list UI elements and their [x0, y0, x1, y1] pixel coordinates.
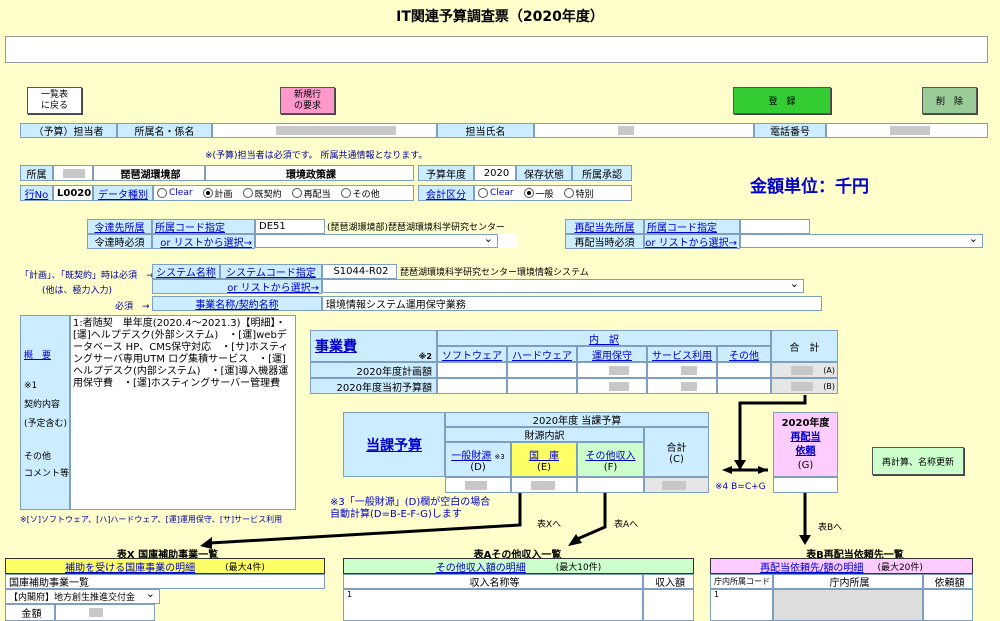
tableA-subtitle: その他収入額の明細 (最大10件) [343, 558, 694, 574]
tableX-subtitle: 補助を受ける国庫事業の明細 (最大4件) [5, 558, 325, 574]
tableB-row1-amount[interactable] [923, 589, 973, 621]
flow-arrows [200, 395, 811, 549]
tableB-row1-name[interactable] [773, 589, 923, 621]
tableB-subtitle: 再配当依頼先/額の明細 (最大20件) [710, 558, 973, 574]
tableX-kin-value[interactable] [55, 604, 155, 621]
tableB-col2: 庁内所属 [773, 574, 923, 589]
tableX-item-select[interactable]: 【内閣府】地方創生推進交付金 [5, 587, 160, 604]
tableA-row1-amount[interactable] [643, 589, 694, 621]
tableB-col3: 依頼額 [923, 574, 973, 589]
tableX-col: 国庫補助事業一覧 [5, 574, 325, 589]
tableA-col2: 収入額 [643, 574, 694, 589]
tableB-row1-code: 1 [710, 589, 773, 621]
tableX-kin-label: 金額 [5, 604, 55, 621]
tableA-col1: 収入名称等 [343, 574, 643, 589]
tableB-col1: 庁内所属コード [710, 574, 773, 589]
tableA-row1-num: 1 [343, 589, 643, 621]
